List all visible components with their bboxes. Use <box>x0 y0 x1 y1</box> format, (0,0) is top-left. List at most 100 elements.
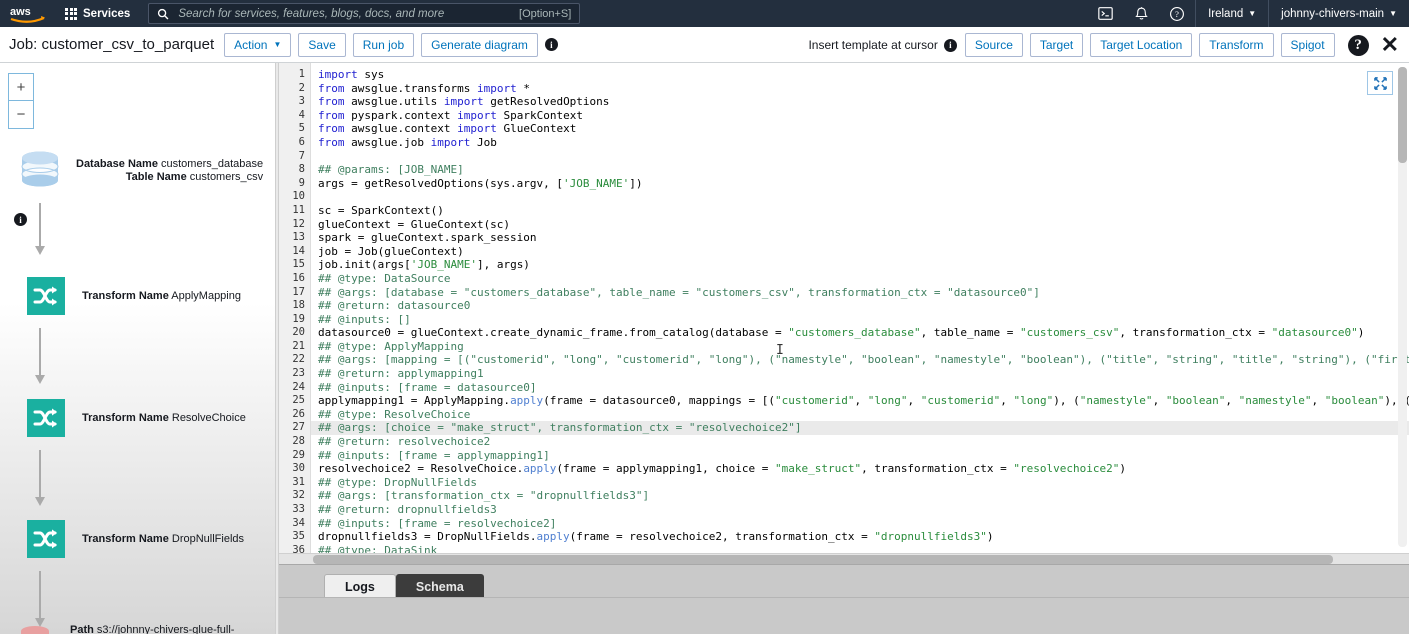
diagram-node-datasink-label: Path s3://johnny-chivers-glue-full-cours… <box>70 623 260 634</box>
chevron-down-icon: ▼ <box>273 40 282 49</box>
fullscreen-expand-icon[interactable] <box>1367 71 1393 95</box>
line-number: 33 <box>292 503 305 515</box>
s3-cylinder-glyph <box>21 626 49 634</box>
line-number: 26 <box>292 407 305 420</box>
line-number: 24 <box>292 380 305 393</box>
diagram-node-resolvechoice[interactable]: Transform Name ResolveChoice <box>20 399 246 437</box>
code-line[interactable]: from awsglue.utils import getResolvedOpt… <box>318 95 1409 109</box>
diagram-node-applymapping[interactable]: Transform Name ApplyMapping <box>20 277 241 315</box>
diagram-node-datasink[interactable]: Path s3://johnny-chivers-glue-full-cours… <box>14 623 260 634</box>
job-diagram-panel: + − i Database Name customers_database T… <box>0 63 275 634</box>
tab-logs[interactable]: Logs <box>324 574 396 599</box>
tab-schema[interactable]: Schema <box>395 574 484 599</box>
code-line[interactable]: ## @type: ResolveChoice <box>318 408 1409 422</box>
code-line[interactable]: from pyspark.context import SparkContext <box>318 109 1409 123</box>
code-line[interactable]: ## @type: ApplyMapping <box>318 340 1409 354</box>
code-line[interactable]: glueContext = GlueContext(sc) <box>318 218 1409 232</box>
line-number: 16 <box>292 271 305 284</box>
search-shortcut-hint: [Option+S] <box>519 7 572 20</box>
run-job-button[interactable]: Run job <box>352 32 415 57</box>
line-number: 19 <box>292 312 305 325</box>
line-number: 29 <box>292 448 305 461</box>
code-line[interactable]: ## @return: datasource0 <box>318 299 1409 313</box>
job-info-icon[interactable]: i <box>544 38 558 51</box>
code-line[interactable]: applymapping1 = ApplyMapping.apply(frame… <box>318 394 1409 408</box>
help-circle-icon[interactable]: ? <box>1159 0 1195 27</box>
insert-target-button[interactable]: Target <box>1029 33 1084 57</box>
code-line[interactable]: ## @type: DropNullFields <box>318 476 1409 490</box>
insert-spigot-button[interactable]: Spigot <box>1280 33 1335 57</box>
zoom-in-button[interactable]: + <box>8 73 34 101</box>
code-area[interactable]: 1 2 3 4 5 6 7 8 9 10 11 12 13 14 15 16 17 18 19 20 21 22 23 24 2… <box>279 63 1409 553</box>
code-line[interactable]: ## @inputs: [frame = resolvechoice2] <box>318 517 1409 531</box>
code-line[interactable]: ## @inputs: [] <box>318 313 1409 327</box>
code-line[interactable]: job = Job(glueContext) <box>318 245 1409 259</box>
diagram-zoom-controls: + − <box>8 73 34 129</box>
code-line[interactable]: ## @return: dropnullfields3 <box>318 503 1409 517</box>
code-line[interactable]: ## @inputs: [frame = datasource0] <box>318 381 1409 395</box>
line-number: 20 <box>292 326 305 339</box>
action-dropdown-button[interactable]: Action ▼ <box>224 32 292 57</box>
code-line[interactable]: from awsglue.job import Job <box>318 136 1409 150</box>
diagram-node-dropnullfields[interactable]: Transform Name DropNullFields <box>20 520 244 558</box>
diagram-node-dropnullfields-label: Transform Name DropNullFields <box>82 533 244 546</box>
editor-vertical-scrollbar[interactable] <box>1398 67 1407 547</box>
code-line[interactable]: ## @type: DataSource <box>318 272 1409 286</box>
region-selector[interactable]: Ireland ▼ <box>1195 0 1268 27</box>
script-editor: 1 2 3 4 5 6 7 8 9 10 11 12 13 14 15 16 17 18 19 20 21 22 23 24 2… <box>279 63 1409 634</box>
shuffle-glyph <box>33 408 57 428</box>
code-line[interactable]: ## @args: [transformation_ctx = "dropnul… <box>318 489 1409 503</box>
search-input[interactable] <box>176 6 513 21</box>
close-icon[interactable]: ✕ <box>1381 34 1399 56</box>
code-line[interactable]: ## @inputs: [frame = applymapping1] <box>318 449 1409 463</box>
line-number: 10 <box>292 190 305 203</box>
global-search-box[interactable]: [Option+S] <box>148 3 581 24</box>
aws-logo[interactable]: aws <box>0 4 55 24</box>
code-line[interactable] <box>318 150 1409 164</box>
editor-horizontal-scrollbar[interactable] <box>279 553 1409 564</box>
code-line[interactable]: from awsglue.context import GlueContext <box>318 122 1409 136</box>
services-menu[interactable]: Services <box>55 0 140 27</box>
aws-top-navigation: aws Services [Option+S] <box>0 0 1409 27</box>
insert-template-info-icon[interactable]: i <box>943 38 957 52</box>
job-toolbar: Job: customer_csv_to_parquet Action ▼ Sa… <box>0 27 1409 63</box>
diagram-node-datasource-label: Database Name customers_database Table N… <box>76 158 263 184</box>
code-line[interactable]: ## @args: [choice = "make_struct", trans… <box>311 421 1409 436</box>
code-line[interactable]: ## @args: [mapping = [("customerid", "lo… <box>318 353 1409 367</box>
notifications-bell-icon[interactable] <box>1123 0 1159 27</box>
insert-target-location-button[interactable]: Target Location <box>1090 33 1193 57</box>
code-line[interactable]: from awsglue.transforms import * <box>318 82 1409 96</box>
diagram-arrow-2 <box>35 328 45 384</box>
save-button[interactable]: Save <box>298 32 346 57</box>
code-line[interactable]: job.init(args['JOB_NAME'], args) <box>318 258 1409 272</box>
diagram-arrow-4 <box>35 571 45 627</box>
code-line[interactable]: ## @args: [database = "customers_databas… <box>318 286 1409 300</box>
generate-diagram-button[interactable]: Generate diagram <box>421 32 538 57</box>
code-content[interactable]: import sys from awsglue.transforms import… <box>311 63 1409 553</box>
code-line[interactable]: dropnullfields3 = DropNullFields.apply(f… <box>318 530 1409 544</box>
line-number: 9 <box>298 176 305 189</box>
diagram-node-datasource[interactable]: Database Name customers_database Table N… <box>14 149 263 193</box>
code-line[interactable]: args = getResolvedOptions(sys.argv, ['JO… <box>318 177 1409 191</box>
diagram-arrow-3 <box>35 450 45 506</box>
code-line[interactable]: ## @return: applymapping1 <box>318 367 1409 381</box>
account-menu[interactable]: johnny-chivers-main ▼ <box>1268 0 1409 27</box>
account-label: johnny-chivers-main <box>1281 7 1385 20</box>
code-line[interactable]: import sys <box>318 68 1409 82</box>
insert-source-button[interactable]: Source <box>964 33 1023 57</box>
code-line[interactable]: ## @type: DataSink <box>318 544 1409 553</box>
code-line[interactable] <box>318 190 1409 204</box>
code-line[interactable]: ## @params: [JOB_NAME] <box>318 163 1409 177</box>
transform-icon <box>20 277 72 315</box>
code-line[interactable]: ## @return: resolvechoice2 <box>318 435 1409 449</box>
code-line[interactable]: spark = glueContext.spark_session <box>318 231 1409 245</box>
cloudshell-icon[interactable] <box>1087 0 1123 27</box>
zoom-out-button[interactable]: − <box>8 101 34 129</box>
diagram-info-icon[interactable]: i <box>14 213 27 226</box>
insert-transform-button[interactable]: Transform <box>1199 33 1274 57</box>
database-name-value: customers_database <box>161 158 264 170</box>
code-line[interactable]: resolvechoice2 = ResolveChoice.apply(fra… <box>318 462 1409 476</box>
code-line[interactable]: sc = SparkContext() <box>318 204 1409 218</box>
code-line[interactable]: datasource0 = glueContext.create_dynamic… <box>318 326 1409 340</box>
help-icon[interactable]: ? <box>1347 34 1369 56</box>
